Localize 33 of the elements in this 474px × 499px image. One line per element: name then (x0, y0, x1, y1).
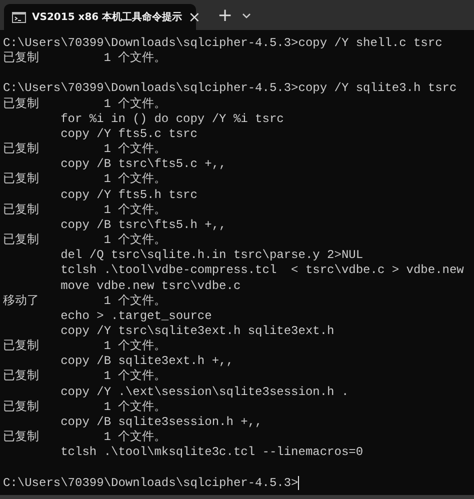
console-line: 已复制 1 个文件。 (3, 172, 166, 188)
console-line: tclsh .\tool\mksqlite3c.tcl --linemacros=0 (60, 445, 364, 460)
console-line: C:\Users\70399\Downloads\sqlcipher-4.5.3>copy /Y shell.c tsrc (3, 36, 442, 51)
console-line: 已复制 1 个文件。 (3, 400, 166, 415)
terminal-icon (12, 12, 26, 22)
console-line: 移动了 1 个文件。 (3, 294, 166, 309)
console-line: C:\Users\70399\Downloads\sqlcipher-4.5.3>copy /Y sqlite3.h tsrc (3, 81, 457, 97)
tab[interactable]: VS2015 x86 本机工具命令提示 × (4, 4, 196, 30)
console-line: 已复制 1 个文件。 (3, 430, 166, 446)
console-line: copy /B tsrc\fts5.c +,, (60, 157, 226, 172)
console-line: copy /B sqlite3session.h +,, (60, 414, 262, 430)
console-line: copy /Y .\ext\session\sqlite3session.h . (60, 384, 349, 400)
console-line: 已复制 1 个文件。 (3, 142, 166, 158)
console-line: tclsh .\tool\vdbe-compress.tcl < tsrc\vdbe.c > vdbe.new (60, 263, 464, 279)
console-line: 已复制 1 个文件。 (3, 202, 166, 218)
tab-title: VS2015 x86 本机工具命令提示 (32, 10, 182, 24)
console-line: copy /B sqlite3ext.h +,, (60, 354, 234, 369)
console-line: echo > .target_source (60, 308, 212, 324)
new-tab-button[interactable]: + (214, 6, 236, 26)
console-line: 已复制 1 个文件。 (3, 233, 166, 248)
console-line: 已复制 1 个文件。 (3, 51, 166, 66)
console-line: C:\Users\70399\Downloads\sqlcipher-4.5.3> (3, 476, 298, 491)
console-line: 已复制 1 个文件。 (3, 369, 166, 385)
console-line: 已复制 1 个文件。 (3, 96, 166, 112)
console-line: for %i in () do copy /Y %i tsrc (60, 112, 284, 127)
console-line: move vdbe.new tsrc\vdbe.c (60, 278, 241, 294)
console-line: copy /Y fts5.c tsrc (60, 126, 198, 142)
console-line: del /Q tsrc\sqlite.h.in tsrc\parse.y 2>NUL (60, 248, 364, 264)
console-line: 已复制 1 个文件。 (3, 339, 166, 354)
chevron-down-icon (242, 13, 250, 19)
console-line: copy /Y tsrc\sqlite3ext.h sqlite3ext.h (60, 324, 334, 339)
console-line: copy /Y fts5.h tsrc (60, 188, 198, 203)
console-line: copy /B tsrc\fts5.h +,, (60, 218, 226, 233)
